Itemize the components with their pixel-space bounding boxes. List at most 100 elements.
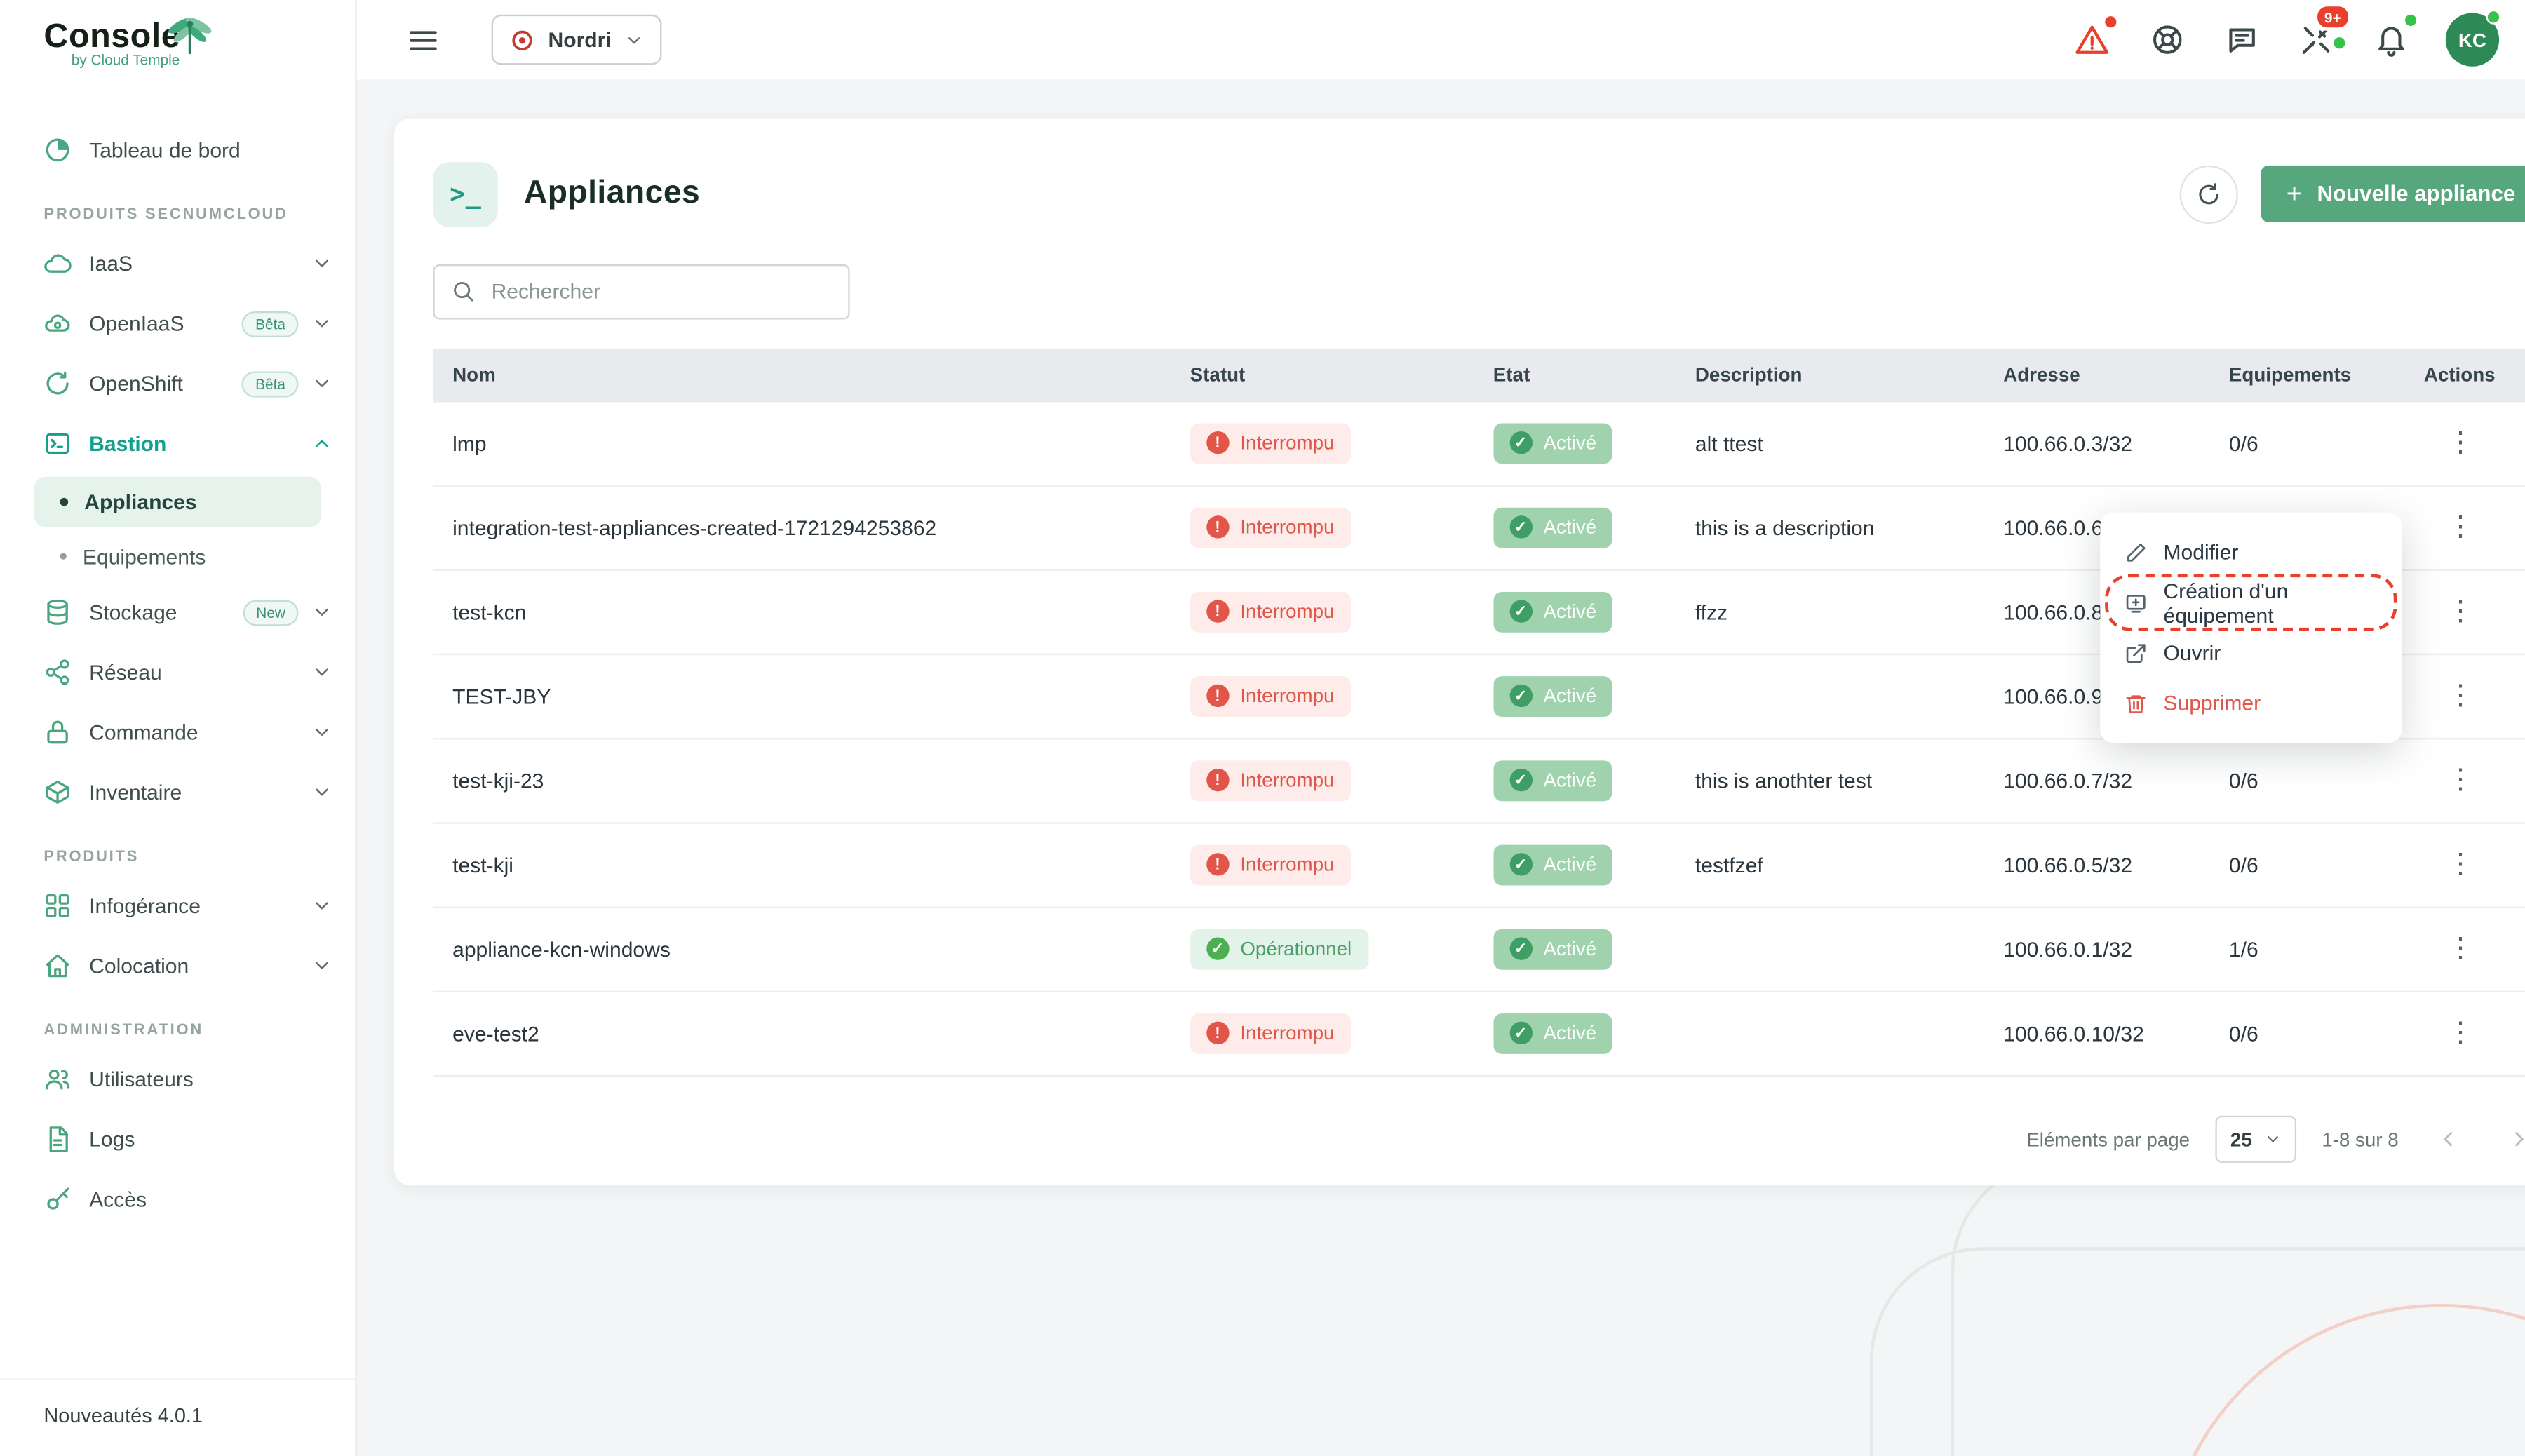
cell-name: test-kji <box>433 823 1171 907</box>
sidebar-item-appliances[interactable]: Appliances <box>34 477 321 527</box>
tenant-selector[interactable]: Nordri <box>492 15 662 65</box>
chevron-down-icon <box>311 955 332 976</box>
next-page-button[interactable] <box>2496 1117 2525 1162</box>
menu-item-creation-equipement[interactable]: Création d'un équipement <box>2100 577 2402 628</box>
terminal-app-icon <box>433 162 497 227</box>
avatar-initials: KC <box>2458 28 2486 50</box>
sidebar-item-dashboard[interactable]: Tableau de bord <box>0 120 355 180</box>
row-actions-kebab-icon[interactable] <box>2437 421 2482 466</box>
state-badge: Activé <box>1493 423 1612 464</box>
cloud-circle-icon <box>43 310 71 337</box>
new-appliance-button[interactable]: Nouvelle appliance <box>2261 166 2525 223</box>
support-button[interactable] <box>2147 20 2188 60</box>
sidebar-item-colocation[interactable]: Colocation <box>0 936 355 996</box>
sidebar-item-inventaire[interactable]: Inventaire <box>0 762 355 823</box>
chevron-down-icon <box>311 661 332 682</box>
notifications-button[interactable] <box>2371 20 2411 60</box>
brand-logo: Console by Cloud Temple <box>0 0 355 97</box>
row-actions-kebab-icon[interactable] <box>2437 1011 2482 1056</box>
sidebar-item-iaas[interactable]: IaaS <box>0 234 355 294</box>
col-actions: Actions <box>2378 349 2525 402</box>
chevron-down-icon <box>624 30 644 50</box>
chevron-down-icon <box>311 373 332 394</box>
users-icon <box>43 1065 71 1093</box>
sidebar-item-label: OpenShift <box>89 371 183 396</box>
search-input[interactable] <box>488 278 832 305</box>
state-badge: Activé <box>1493 844 1612 885</box>
menu-item-label: Ouvrir <box>2163 640 2221 665</box>
col-etat: Etat <box>1474 349 1676 402</box>
sidebar-item-label: Infogérance <box>89 894 201 918</box>
cloud-icon <box>43 250 71 277</box>
table-row: test-kji Interrompu Activé testfzef 100.… <box>433 823 2525 907</box>
col-statut: Statut <box>1171 349 1474 402</box>
status-badge: Interrompu <box>1190 676 1351 717</box>
feedback-button[interactable] <box>2222 20 2263 60</box>
items-per-page-select[interactable]: 25 <box>2216 1116 2296 1163</box>
check-circle-icon <box>1509 769 1532 792</box>
sidebar-item-bastion[interactable]: Bastion <box>0 414 355 474</box>
chevron-down-icon <box>311 313 332 334</box>
beta-badge: Bêta <box>243 311 299 337</box>
status-badge: Interrompu <box>1190 844 1351 885</box>
sidebar-item-label: Réseau <box>89 660 162 685</box>
status-badge: Interrompu <box>1190 591 1351 632</box>
console-app: Console by Cloud Temple Tableau de bord <box>0 0 2525 1456</box>
grid-icon <box>43 892 71 919</box>
state-badge: Activé <box>1493 760 1612 801</box>
menu-item-modifier[interactable]: Modifier <box>2100 527 2402 577</box>
tools-button[interactable]: 9+ <box>2296 20 2337 60</box>
lock-icon <box>43 718 71 746</box>
sidebar-item-commande[interactable]: Commande <box>0 702 355 762</box>
row-actions-kebab-icon[interactable] <box>2437 926 2482 972</box>
sidebar-item-stockage[interactable]: Stockage New <box>0 582 355 642</box>
plus-icon <box>2287 178 2303 210</box>
status-circle-icon <box>1206 600 1229 623</box>
notification-dot-badge <box>2404 13 2418 27</box>
row-actions-kebab-icon[interactable] <box>2437 505 2482 551</box>
sidebar-item-utilisateurs[interactable]: Utilisateurs <box>0 1049 355 1110</box>
sidebar-item-equipements[interactable]: Equipements <box>0 530 355 582</box>
document-icon <box>43 1126 71 1153</box>
sidebar: Console by Cloud Temple Tableau de bord <box>0 0 357 1456</box>
sidebar-item-label: Utilisateurs <box>89 1067 194 1091</box>
cell-equipment: 0/6 <box>2209 739 2378 823</box>
card-header: Appliances Nouvelle appliance <box>433 154 2525 235</box>
row-actions-kebab-icon[interactable] <box>2437 589 2482 635</box>
check-circle-icon <box>1509 685 1532 707</box>
status-badge: Interrompu <box>1190 423 1351 464</box>
sidebar-item-logs[interactable]: Logs <box>0 1110 355 1170</box>
sidebar-item-openiaas[interactable]: OpenIaaS Bêta <box>0 294 355 354</box>
refresh-button[interactable] <box>2179 166 2237 224</box>
alerts-button[interactable] <box>2071 19 2113 61</box>
sidebar-item-openshift[interactable]: OpenShift Bêta <box>0 353 355 414</box>
bullet-icon <box>60 553 67 559</box>
hamburger-menu-icon[interactable] <box>400 17 446 62</box>
row-actions-kebab-icon[interactable] <box>2437 673 2482 719</box>
menu-item-label: Modifier <box>2163 540 2238 565</box>
status-circle-icon <box>1206 685 1229 707</box>
sidebar-item-label: Colocation <box>89 954 189 978</box>
release-notes-link[interactable]: Nouveautés 4.0.1 <box>0 1378 355 1456</box>
building-icon <box>43 952 71 979</box>
row-actions-kebab-icon[interactable] <box>2437 757 2482 803</box>
equipment-create-icon <box>2125 591 2147 614</box>
row-actions-kebab-icon[interactable] <box>2437 842 2482 888</box>
cell-address: 100.66.0.1/32 <box>1984 907 2209 991</box>
status-badge: Opérationnel <box>1190 929 1368 969</box>
col-nom: Nom <box>433 349 1171 402</box>
sidebar-item-infogerance[interactable]: Infogérance <box>0 876 355 936</box>
cell-description: this is a description <box>1676 485 1984 569</box>
page-title: Appliances <box>524 176 700 213</box>
previous-page-button[interactable] <box>2425 1117 2470 1162</box>
cell-description <box>1676 654 1984 738</box>
sidebar-nav: Tableau de bord PRODUITS SECNUMCLOUD Iaa… <box>0 120 355 1229</box>
chevron-down-icon <box>311 602 332 623</box>
menu-item-supprimer[interactable]: Supprimer <box>2100 678 2402 728</box>
user-avatar[interactable]: KC <box>2446 13 2499 66</box>
sidebar-item-acces[interactable]: Accès <box>0 1169 355 1229</box>
menu-item-ouvrir[interactable]: Ouvrir <box>2100 628 2402 678</box>
box-icon <box>43 778 71 806</box>
search-icon <box>451 279 476 304</box>
sidebar-item-reseau[interactable]: Réseau <box>0 642 355 703</box>
